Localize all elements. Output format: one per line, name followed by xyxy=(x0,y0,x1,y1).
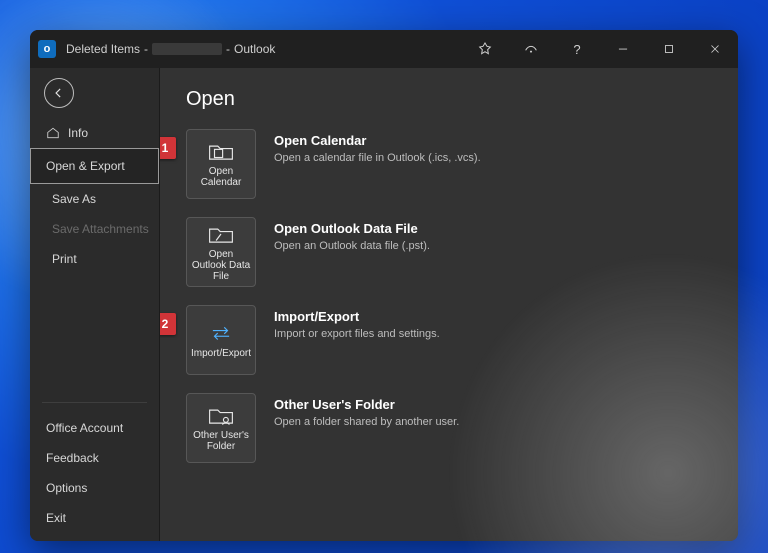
tile-label: Open Calendar xyxy=(191,166,251,188)
sidebar-item-label: Info xyxy=(68,126,88,140)
sidebar-item-office-account[interactable]: Office Account xyxy=(30,413,159,443)
desc-import-export: Import/Export Import or export files and… xyxy=(274,305,440,340)
sidebar-item-label: Options xyxy=(46,481,87,495)
tile-other-user-folder[interactable]: Other User's Folder xyxy=(186,393,256,463)
row-open-calendar: 1 Open Calendar Open Calendar Open a cal… xyxy=(186,129,712,199)
import-export-icon xyxy=(208,322,234,344)
coming-soon-icon[interactable] xyxy=(508,30,554,68)
titlebar: o Deleted Items - - Outlook ? xyxy=(30,30,738,68)
close-button[interactable] xyxy=(692,30,738,68)
title-account-redacted xyxy=(152,43,222,55)
tile-open-data-file[interactable]: Open Outlook Data File xyxy=(186,217,256,287)
window-title: Deleted Items - - Outlook xyxy=(66,42,275,56)
data-file-folder-icon xyxy=(208,223,234,245)
shared-folder-icon xyxy=(208,404,234,426)
tile-open-calendar[interactable]: Open Calendar xyxy=(186,129,256,199)
sidebar-item-label: Save As xyxy=(52,192,96,206)
maximize-button[interactable] xyxy=(646,30,692,68)
tile-label: Open Outlook Data File xyxy=(191,249,251,282)
desc-sub: Open a calendar file in Outlook (.ics, .… xyxy=(274,152,481,164)
sidebar-item-exit[interactable]: Exit xyxy=(30,503,159,533)
titlebar-controls: ? xyxy=(462,30,738,68)
sidebar-item-label: Exit xyxy=(46,511,66,525)
row-open-data-file: Open Outlook Data File Open Outlook Data… xyxy=(186,217,712,287)
sidebar-item-label: Office Account xyxy=(46,421,123,435)
sidebar-separator xyxy=(42,402,147,403)
back-button[interactable] xyxy=(44,78,74,108)
home-icon xyxy=(46,126,60,140)
help-button[interactable]: ? xyxy=(554,30,600,68)
title-folder: Deleted Items xyxy=(66,42,140,56)
tile-label: Other User's Folder xyxy=(191,430,251,452)
tile-label: Import/Export xyxy=(191,348,251,359)
desc-open-data-file: Open Outlook Data File Open an Outlook d… xyxy=(274,217,430,252)
app-icon: o xyxy=(38,40,56,58)
calendar-folder-icon xyxy=(208,140,234,162)
sidebar-item-label: Open & Export xyxy=(46,159,125,173)
callout-1: 1 xyxy=(160,137,176,159)
sidebar-item-feedback[interactable]: Feedback xyxy=(30,443,159,473)
desc-sub: Import or export files and settings. xyxy=(274,328,440,340)
outlook-backstage-window: o Deleted Items - - Outlook ? xyxy=(30,30,738,541)
desc-heading: Other User's Folder xyxy=(274,397,459,412)
tile-import-export[interactable]: Import/Export xyxy=(186,305,256,375)
callout-2: 2 xyxy=(160,313,176,335)
title-appname: Outlook xyxy=(234,42,275,56)
premium-icon[interactable] xyxy=(462,30,508,68)
sidebar-item-label: Save Attachments xyxy=(52,222,149,236)
main-panel: Open 1 Open Calendar Open Calendar Open … xyxy=(160,68,738,541)
sidebar-item-open-export[interactable]: Open & Export xyxy=(30,148,159,184)
desc-open-calendar: Open Calendar Open a calendar file in Ou… xyxy=(274,129,481,164)
desc-heading: Import/Export xyxy=(274,309,440,324)
page-title: Open xyxy=(186,88,712,111)
sidebar-item-info[interactable]: Info xyxy=(30,118,159,148)
minimize-button[interactable] xyxy=(600,30,646,68)
sidebar-item-label: Feedback xyxy=(46,451,99,465)
sidebar-item-save-as[interactable]: Save As xyxy=(30,184,159,214)
sidebar-item-options[interactable]: Options xyxy=(30,473,159,503)
sidebar-item-print[interactable]: Print xyxy=(30,244,159,274)
row-other-user-folder: Other User's Folder Other User's Folder … xyxy=(186,393,712,463)
desc-sub: Open an Outlook data file (.pst). xyxy=(274,240,430,252)
desc-heading: Open Calendar xyxy=(274,133,481,148)
backstage-sidebar: Info Open & Export Save As Save Attachme… xyxy=(30,68,160,541)
row-import-export: 2 Import/Export Import/Export Import or … xyxy=(186,305,712,375)
desc-sub: Open a folder shared by another user. xyxy=(274,416,459,428)
desc-heading: Open Outlook Data File xyxy=(274,221,430,236)
sidebar-item-save-attachments: Save Attachments xyxy=(30,214,159,244)
desc-other-user-folder: Other User's Folder Open a folder shared… xyxy=(274,393,459,428)
sidebar-item-label: Print xyxy=(52,252,77,266)
